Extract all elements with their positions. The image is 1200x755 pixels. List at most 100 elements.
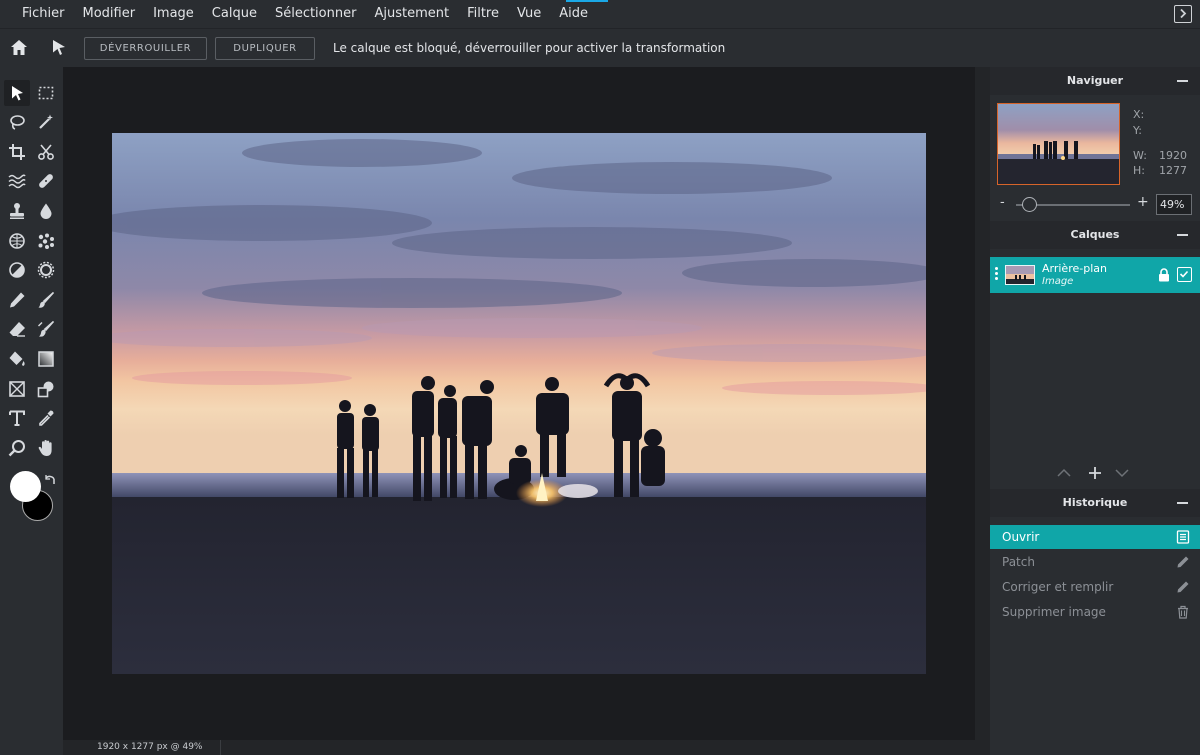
history-label: Supprimer image (1002, 605, 1106, 619)
add-layer-icon[interactable] (1087, 465, 1103, 485)
eraser-icon[interactable] (4, 316, 30, 342)
nav-y-readout: Y: (1133, 123, 1142, 139)
nav-h-value: 1277 (1159, 164, 1187, 177)
move-arrow-icon[interactable] (51, 39, 67, 56)
history-item-corriger-remplir[interactable]: Corriger et remplir (990, 575, 1200, 599)
unlock-button[interactable]: DÉVERROUILLER (84, 37, 207, 60)
layer-name: Arrière-plan (1042, 262, 1107, 275)
nav-w-value: 1920 (1159, 149, 1187, 162)
canvas-photo[interactable] (112, 133, 926, 674)
paint-bucket-icon[interactable] (4, 346, 30, 372)
history-item-supprimer-image[interactable]: Supprimer image (990, 600, 1200, 624)
history-title: Historique (1062, 496, 1128, 509)
menu-modifier[interactable]: Modifier (74, 0, 145, 28)
blur-drop-icon[interactable] (33, 198, 59, 224)
menu-filtre[interactable]: Filtre (458, 0, 508, 28)
move-layer-up-icon[interactable] (1056, 465, 1072, 484)
crop-icon[interactable] (4, 139, 30, 165)
history-minimize-icon[interactable] (1177, 502, 1188, 504)
color-replace-icon[interactable] (33, 316, 59, 342)
move-layer-down-icon[interactable] (1114, 465, 1130, 484)
history-label: Ouvrir (1002, 530, 1040, 544)
layer-thumbnail (1005, 265, 1035, 285)
nav-h-label: H: (1133, 164, 1145, 177)
menu-fichier[interactable]: Fichier (13, 0, 74, 28)
nav-height-readout: H: 1277 (1133, 163, 1187, 179)
lock-message: Le calque est bloqué, déverrouiller pour… (333, 41, 726, 55)
menu-bar: Fichier Modifier Image Calque Sélectionn… (0, 0, 1200, 28)
menu-calque[interactable]: Calque (203, 0, 266, 28)
brush-icon[interactable] (33, 287, 59, 313)
menu-ajustement[interactable]: Ajustement (365, 0, 458, 28)
duplicate-button[interactable]: DUPLIQUER (215, 37, 315, 60)
swap-colors-icon[interactable] (43, 473, 57, 487)
navigator-header: Naviguer (990, 67, 1200, 95)
collapse-panel-button[interactable] (1174, 5, 1192, 23)
pattern-icon[interactable] (33, 228, 59, 254)
sharpen-icon[interactable] (33, 257, 59, 283)
history-item-ouvrir[interactable]: Ouvrir (990, 525, 1200, 549)
lasso-icon[interactable] (4, 109, 30, 135)
options-bar: DÉVERROUILLER DUPLIQUER Le calque est bl… (0, 28, 1200, 67)
zoom-in-button[interactable]: + (1137, 194, 1149, 210)
menu-image[interactable]: Image (144, 0, 203, 28)
magic-wand-icon[interactable] (33, 109, 59, 135)
zoom-out-button[interactable]: - (1000, 195, 1005, 210)
clone-stamp-icon[interactable] (4, 198, 30, 224)
navigator-minimize-icon[interactable] (1177, 80, 1188, 82)
text-icon[interactable] (4, 405, 30, 431)
layer-actions (1056, 465, 1136, 485)
frame-icon[interactable] (4, 376, 30, 402)
marquee-select-icon[interactable] (33, 80, 59, 106)
eyedropper-icon[interactable] (33, 405, 59, 431)
navigator-title: Naviguer (1066, 74, 1124, 87)
foreground-color-swatch[interactable] (10, 471, 41, 502)
menu-vue[interactable]: Vue (508, 0, 550, 28)
pencil-icon (1177, 556, 1189, 568)
layers-title: Calques (1070, 228, 1120, 241)
pencil-icon[interactable] (4, 287, 30, 313)
checkmark-icon (1179, 270, 1189, 278)
pencil-icon (1177, 581, 1189, 593)
dodge-burn-icon[interactable] (4, 257, 30, 283)
lock-icon[interactable] (1158, 268, 1170, 282)
layers-minimize-icon[interactable] (1177, 234, 1188, 236)
layer-visibility-checkbox[interactable] (1177, 267, 1192, 282)
shape-icon[interactable] (33, 376, 59, 402)
history-header: Historique (990, 489, 1200, 517)
zoom-slider-handle[interactable] (1022, 197, 1037, 212)
menu-selectionner[interactable]: Sélectionner (266, 0, 366, 28)
toolbox (0, 67, 63, 755)
navigator-thumbnail[interactable] (997, 103, 1120, 185)
document-icon (1176, 530, 1190, 544)
history-label: Corriger et remplir (1002, 580, 1114, 594)
nav-w-label: W: (1133, 149, 1147, 162)
healing-patch-icon[interactable] (33, 168, 59, 194)
history-label: Patch (1002, 555, 1035, 569)
canvas-gutter (975, 67, 990, 755)
gradient-icon[interactable] (33, 346, 59, 372)
move-tool-icon[interactable] (4, 80, 30, 106)
scissors-icon[interactable] (33, 139, 59, 165)
layer-item[interactable]: Arrière-plan Image (990, 257, 1200, 293)
menu-aide[interactable]: Aide (550, 0, 597, 28)
canvas-workspace[interactable] (63, 67, 975, 740)
nav-x-label: X: (1133, 108, 1145, 121)
status-divider (220, 740, 221, 755)
zoom-percent-input[interactable]: 49% (1156, 194, 1192, 215)
hand-icon[interactable] (33, 435, 59, 461)
trash-icon (1178, 605, 1188, 619)
nav-x-readout: X: (1133, 107, 1144, 123)
liquify-icon[interactable] (4, 168, 30, 194)
layers-header: Calques (990, 221, 1200, 249)
nav-width-readout: W: 1920 (1133, 148, 1187, 164)
history-item-patch[interactable]: Patch (990, 550, 1200, 574)
menu-accent-line (566, 0, 608, 2)
home-icon[interactable] (10, 39, 28, 56)
sponge-icon[interactable] (4, 228, 30, 254)
chevron-right-icon (1180, 8, 1187, 19)
layer-drag-handle-icon[interactable] (995, 267, 998, 282)
zoom-icon[interactable] (4, 435, 30, 461)
layer-type: Image (1042, 276, 1074, 287)
status-bar: 1920 x 1277 px @ 49% (63, 740, 975, 755)
